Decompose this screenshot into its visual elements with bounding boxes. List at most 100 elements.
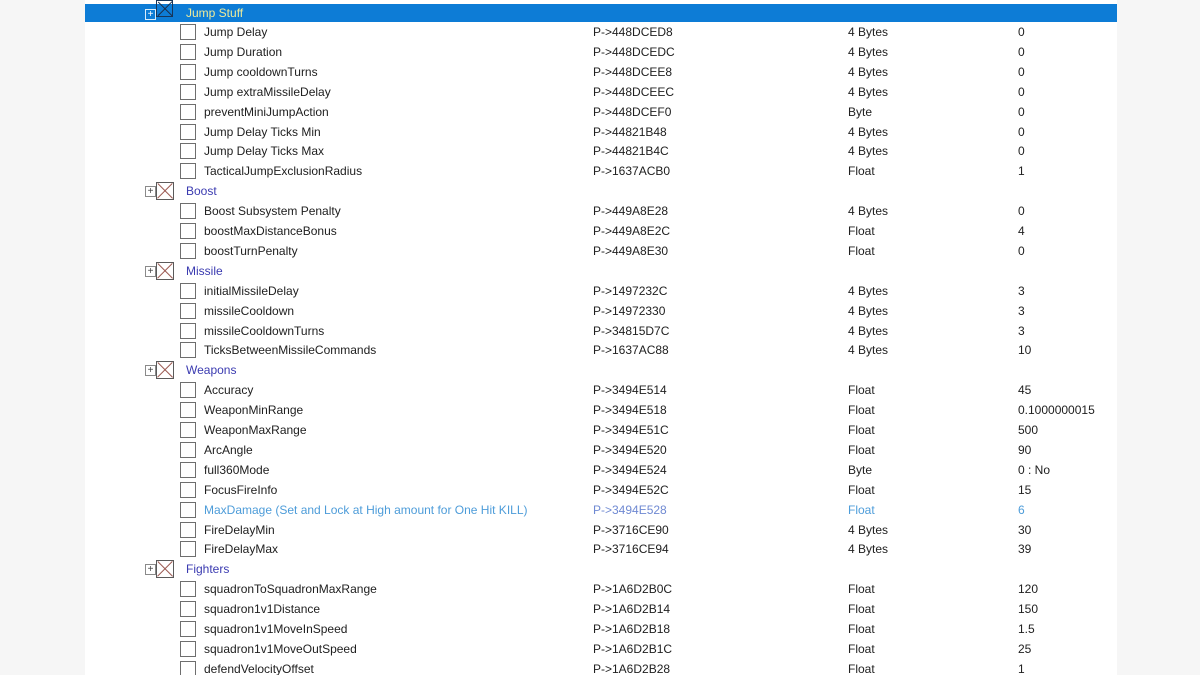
group-description[interactable]: Missile [186,261,223,281]
record-description[interactable]: initialMissileDelay [204,281,299,301]
record-active-checkbox[interactable] [180,621,196,637]
record-description[interactable]: Jump Delay [204,22,267,42]
expand-plus-icon[interactable]: + [145,265,156,277]
record-active-checkbox[interactable] [180,660,196,675]
group-active-checkbox[interactable] [156,182,174,201]
record-type[interactable]: Float [848,500,875,520]
record-address[interactable]: P->449A8E30 [593,241,668,261]
group-active-checkbox[interactable] [156,0,173,17]
record-value[interactable]: 4 [1018,221,1025,241]
record-value[interactable]: 10 [1018,340,1031,360]
record-row[interactable]: FireDelayMin P->3716CE90 4 Bytes 30 [85,520,1117,540]
record-value[interactable]: 150 [1018,599,1038,619]
record-description[interactable]: WeaponMaxRange [204,420,307,440]
group-description[interactable]: Fighters [186,559,229,579]
record-active-checkbox[interactable] [180,223,196,239]
record-type[interactable]: Float [848,440,875,460]
record-description[interactable]: FireDelayMin [204,520,275,540]
record-row[interactable]: missileCooldown P->14972330 4 Bytes 3 [85,301,1117,321]
record-active-checkbox[interactable] [180,601,196,618]
record-description[interactable]: Jump Duration [204,42,282,62]
record-description[interactable]: ArcAngle [204,440,253,460]
record-address[interactable]: P->3494E52C [593,480,669,500]
record-row[interactable]: Jump Delay Ticks Max P->44821B4C 4 Bytes 0 [85,141,1117,161]
record-type[interactable]: 4 Bytes [848,42,888,62]
record-value[interactable]: 0 [1018,201,1025,221]
record-description[interactable]: squadron1v1MoveOutSpeed [204,639,357,659]
record-active-checkbox[interactable] [180,581,196,598]
record-value[interactable]: 45 [1018,380,1031,400]
record-description[interactable]: TicksBetweenMissileCommands [204,340,376,360]
record-row[interactable]: TacticalJumpExclusionRadius P->1637ACB0 Fl… [85,161,1117,181]
record-type[interactable]: 4 Bytes [848,62,888,82]
record-active-checkbox[interactable] [180,242,196,259]
record-row[interactable]: squadron1v1Distance P->1A6D2B14 Float 150 [85,599,1117,619]
record-active-checkbox[interactable] [180,441,196,458]
record-value[interactable]: 39 [1018,539,1031,559]
record-active-checkbox[interactable] [180,461,196,478]
record-row[interactable]: Jump cooldownTurns P->448DCEE8 4 Bytes 0 [85,62,1117,82]
expand-plus-icon[interactable]: + [145,365,156,377]
record-value[interactable]: 0 [1018,122,1025,142]
record-type[interactable]: Float [848,400,875,420]
expand-plus-icon[interactable]: + [145,564,156,576]
record-active-checkbox[interactable] [180,640,196,657]
record-address[interactable]: P->14972330 [593,301,665,321]
record-row[interactable]: Jump Delay Ticks Min P->44821B48 4 Bytes 0 [85,122,1117,142]
record-row[interactable]: boostMaxDistanceBonus P->449A8E2C Float 4 [85,221,1117,241]
record-active-checkbox[interactable] [180,422,196,438]
record-row[interactable]: Jump extraMissileDelay P->448DCEEC 4 Bytes… [85,82,1117,102]
record-active-checkbox[interactable] [180,302,196,319]
record-active-checkbox[interactable] [180,163,196,180]
record-address[interactable]: P->1497232C [593,281,667,301]
memory-record-list[interactable]: + Jump Stuff Jump Delay P->448DCED8 4 Bytes 0… [85,0,1117,675]
record-address[interactable]: P->3494E514 [593,380,667,400]
record-value[interactable]: 0.1000000015 [1018,400,1095,420]
record-value[interactable]: 6 [1018,500,1025,520]
group-active-checkbox[interactable] [156,361,174,380]
record-address[interactable]: P->3494E51C [593,420,669,440]
record-address[interactable]: P->448DCEE8 [593,62,672,82]
record-active-checkbox[interactable] [180,123,196,140]
record-description[interactable]: TacticalJumpExclusionRadius [204,161,362,181]
record-type[interactable]: 4 Bytes [848,321,888,341]
record-value[interactable]: 1 [1018,161,1025,181]
group-active-checkbox[interactable] [156,261,174,280]
group-description[interactable]: Boost [186,181,217,201]
record-active-checkbox[interactable] [180,382,196,399]
record-address[interactable]: P->449A8E2C [593,221,670,241]
record-type[interactable]: Byte [848,460,872,480]
record-description[interactable]: defendVelocityOffset [204,659,314,675]
record-type[interactable]: Float [848,639,875,659]
record-address[interactable]: P->3494E524 [593,460,667,480]
record-type[interactable]: 4 Bytes [848,340,888,360]
record-type[interactable]: Float [848,241,875,261]
group-row[interactable]: + Weapons [85,360,1117,380]
record-description[interactable]: MaxDamage (Set and Lock at High amount f… [204,500,528,520]
record-description[interactable]: squadronToSquadronMaxRange [204,579,377,599]
record-type[interactable]: Float [848,599,875,619]
record-value[interactable]: 0 [1018,42,1025,62]
record-row[interactable]: Accuracy P->3494E514 Float 45 [85,380,1117,400]
record-type[interactable]: 4 Bytes [848,539,888,559]
record-type[interactable]: Float [848,420,875,440]
record-active-checkbox[interactable] [180,103,196,120]
record-address[interactable]: P->44821B4C [593,141,669,161]
record-value[interactable]: 0 [1018,102,1025,122]
record-address[interactable]: P->1A6D2B18 [593,619,670,639]
record-row[interactable]: squadronToSquadronMaxRange P->1A6D2B0C Flo… [85,579,1117,599]
record-active-checkbox[interactable] [180,43,196,60]
record-address[interactable]: P->448DCED8 [593,22,673,42]
record-address[interactable]: P->1A6D2B28 [593,659,670,675]
record-description[interactable]: Jump extraMissileDelay [204,82,331,102]
expand-plus-icon[interactable]: + [145,9,156,20]
record-address[interactable]: P->448DCEDC [593,42,675,62]
record-row[interactable]: Jump Duration P->448DCEDC 4 Bytes 0 [85,42,1117,62]
record-address[interactable]: P->44821B48 [593,122,667,142]
group-row[interactable]: + Fighters [85,559,1117,579]
record-value[interactable]: 0 [1018,22,1025,42]
record-type[interactable]: Float [848,619,875,639]
record-active-checkbox[interactable] [180,521,196,538]
record-type[interactable]: Float [848,221,875,241]
record-description[interactable]: Boost Subsystem Penalty [204,201,341,221]
